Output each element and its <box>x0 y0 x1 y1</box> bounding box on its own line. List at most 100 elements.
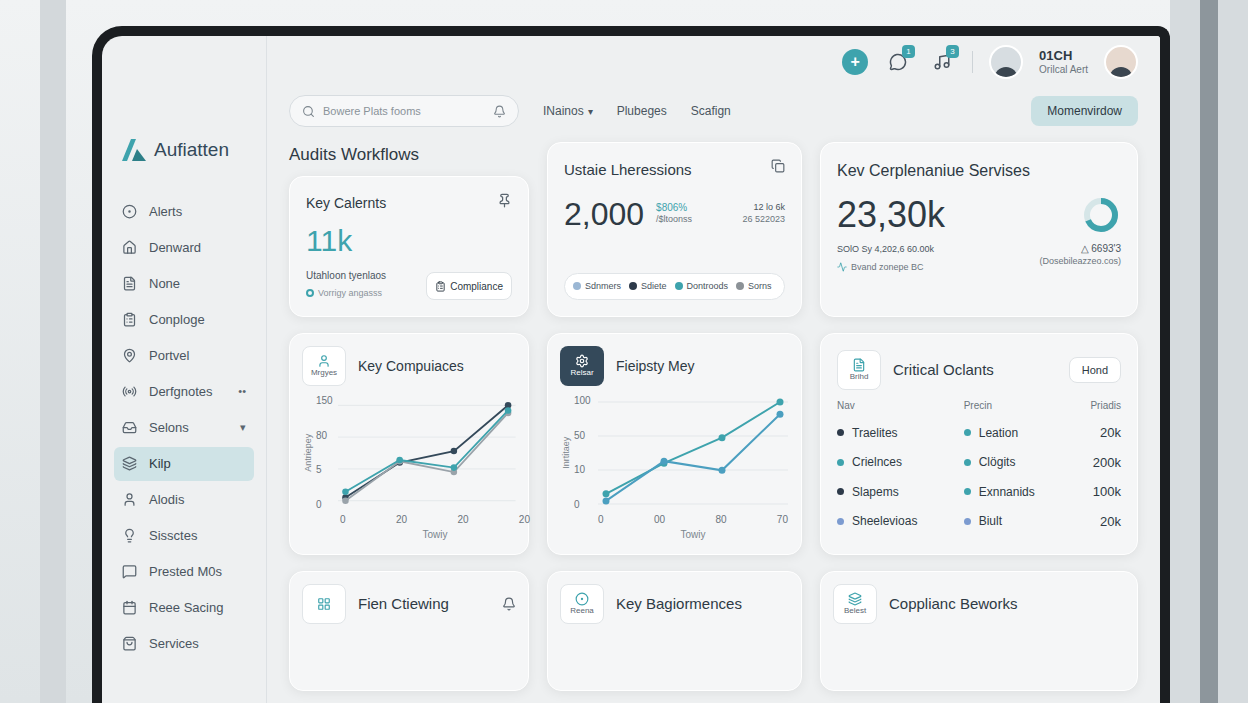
compliance-button[interactable]: Compliance <box>426 272 512 300</box>
bottom-card: Fien Ctiewing <box>289 571 529 691</box>
user-avatar[interactable] <box>989 45 1023 79</box>
sidebar-item-icon <box>122 636 137 651</box>
copy-icon[interactable] <box>771 159 785 173</box>
gear-icon <box>575 354 589 368</box>
table-cell: Biult <box>964 512 1079 532</box>
nav-item[interactable]: INainos▾ <box>543 102 593 120</box>
chart-series <box>343 407 512 495</box>
logo-icon <box>122 139 146 161</box>
line-chart-plot <box>338 394 516 512</box>
icon-box-label: Relsar <box>570 368 593 378</box>
column-header: Priadis <box>1090 398 1121 413</box>
legend-item: Sorns <box>736 280 772 294</box>
icon-box-label: Mrgyes <box>311 368 337 378</box>
pin-icon[interactable] <box>497 193 512 208</box>
series-point <box>603 490 610 497</box>
sidebar-item[interactable]: Reee Sacing <box>114 591 254 625</box>
status-dot-icon <box>306 289 314 297</box>
series-point <box>777 411 784 418</box>
card-icon-box: Brihd <box>837 350 881 390</box>
card-icon-box: Reena <box>560 584 604 624</box>
main-area: +13 01CHOrilcal Aert Bowere Plats fooms INa… <box>267 36 1160 703</box>
chart-series <box>603 399 784 498</box>
compuiaces-chart-card: MrgyesKey CompuiacesAntriepey15080500202… <box>289 333 529 555</box>
critical-table: NavPrecinPriadisTraelitesLeation20kCriel… <box>837 398 1121 531</box>
second-avatar[interactable] <box>1104 45 1138 79</box>
sidebar-item[interactable]: Prested M0s <box>114 555 254 589</box>
sidebar-item-icon <box>122 348 137 363</box>
sidebar-item[interactable]: Alodis <box>114 483 254 517</box>
table-cell: Sheelevioas <box>837 512 952 532</box>
hond-button[interactable]: Hond <box>1069 357 1121 383</box>
bell-icon[interactable] <box>493 105 506 118</box>
grid-line <box>598 402 788 403</box>
office-background-right <box>1170 0 1248 703</box>
x-tick: 20 <box>396 512 407 527</box>
series-point <box>661 458 668 465</box>
metric-value: 11k <box>306 226 512 256</box>
sidebar-item-icon <box>122 240 137 255</box>
table-cell: 200k <box>1090 453 1121 473</box>
sidebar-item-suffix: ▾ <box>240 419 246 436</box>
grid-line <box>598 504 788 505</box>
sidebar-item[interactable]: Portvel <box>114 339 254 373</box>
row-dot <box>964 518 971 525</box>
sidebar-item[interactable]: Selons▾ <box>114 411 254 445</box>
legend-dot <box>675 282 683 290</box>
row-dot <box>964 488 971 495</box>
sidebar-item[interactable]: Kilp <box>114 447 254 481</box>
chart-series <box>343 410 512 504</box>
photo-scene: Aufiatten AlertsDenwardNoneConplogePortve… <box>0 0 1248 703</box>
card-icon-box: Relsar <box>560 346 604 386</box>
table-cell: 20k <box>1090 512 1121 532</box>
legend-dot <box>736 282 744 290</box>
series-line <box>346 410 509 491</box>
sidebar-item[interactable]: Denward <box>114 231 254 265</box>
series-point <box>451 464 458 471</box>
sidebar-item-icon <box>122 528 137 543</box>
sidebar-item-icon <box>122 276 137 291</box>
x-tick: 0 <box>598 512 604 527</box>
y-tick: 10 <box>574 465 598 475</box>
primary-button[interactable]: Momenvirdow <box>1031 96 1138 126</box>
legend-item: Sdiete <box>629 280 667 294</box>
sidebar-item[interactable]: None <box>114 267 254 301</box>
x-tick: 0 <box>340 512 346 527</box>
donut-icon <box>1081 195 1121 235</box>
user-info[interactable]: 01CHOrilcal Aert <box>1039 48 1088 77</box>
sidebar-item-icon <box>122 564 137 579</box>
grid-line <box>598 470 788 471</box>
icon-box-label: Belest <box>844 606 866 616</box>
servises-card: Kev Cerplenaniue Servises23,30kSOlO Sy 4… <box>820 142 1138 317</box>
row-dot <box>837 488 844 495</box>
search-field[interactable]: Bowere Plats fooms <box>289 95 519 127</box>
legend-item: Dontroods <box>675 280 729 294</box>
series-line <box>346 413 509 501</box>
music-button[interactable]: 3 <box>928 48 956 76</box>
table-cell: 100k <box>1090 482 1121 502</box>
card-icon-box <box>302 584 346 624</box>
sidebar-item-suffix: •• <box>238 383 246 400</box>
series-point <box>777 399 784 406</box>
table-cell: Traelites <box>837 423 952 443</box>
nav-item[interactable]: Plubeges <box>617 102 667 120</box>
column-header: Nav <box>837 398 952 413</box>
chat-button[interactable]: 1 <box>884 48 912 76</box>
bottom-card: ReenaKey Bagiormences <box>547 571 802 691</box>
sidebar-item[interactable]: Alerts <box>114 195 254 229</box>
sidebar-item[interactable]: Derfgnotes•• <box>114 375 254 409</box>
y-tick: 0 <box>574 500 598 510</box>
activity-icon <box>837 262 847 272</box>
add-button[interactable]: + <box>842 49 868 75</box>
circle-icon <box>575 592 589 606</box>
grid-line <box>338 468 516 469</box>
app-logo[interactable]: Aufiatten <box>102 136 266 165</box>
bell-icon[interactable] <box>502 597 516 611</box>
grid-line <box>338 405 516 406</box>
sidebar-item[interactable]: Conploge <box>114 303 254 337</box>
sidebar-item[interactable]: Services <box>114 627 254 661</box>
sidebar-item[interactable]: Sissctes <box>114 519 254 553</box>
nav-item[interactable]: Scafign <box>691 102 731 120</box>
x-tick: 20 <box>519 512 530 527</box>
series-line <box>606 402 780 494</box>
